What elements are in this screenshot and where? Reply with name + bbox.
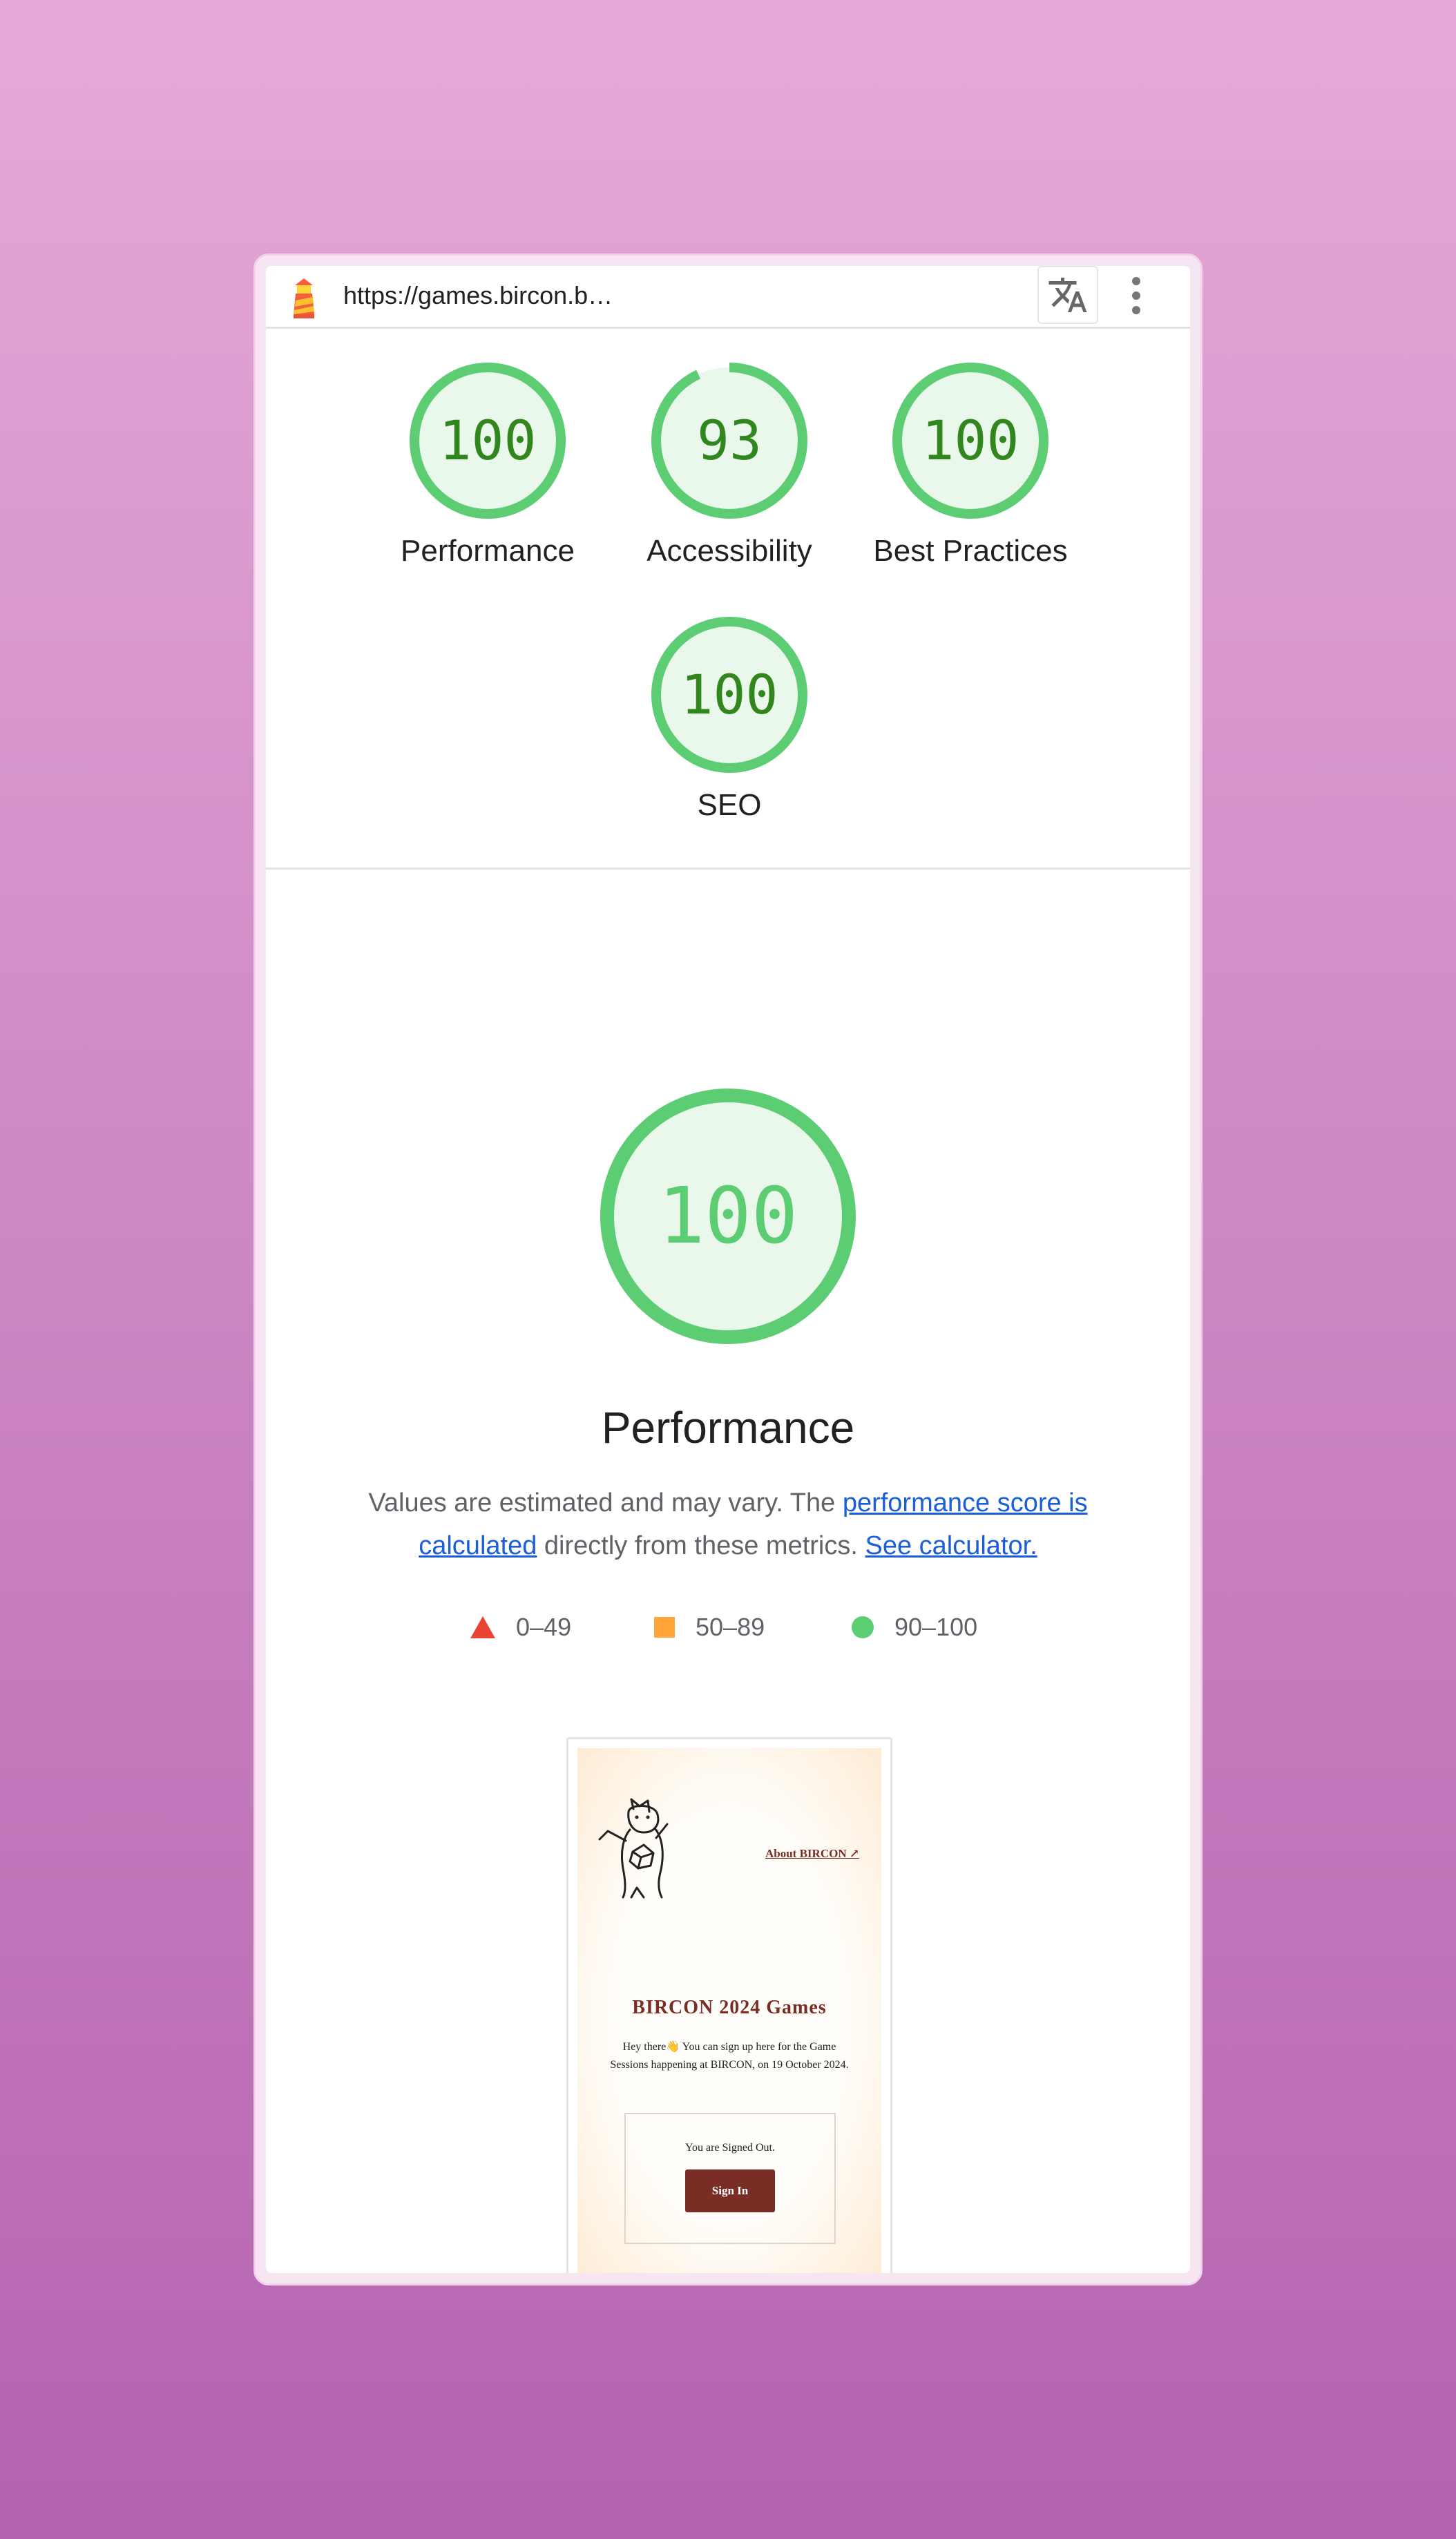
gauge-score: 100	[681, 664, 778, 727]
legend-range: 90–100	[894, 1613, 978, 1641]
signin-card: You are Signed Out. Sign In	[624, 2113, 836, 2244]
gauge-seo[interactable]: 100 SEO	[650, 615, 809, 822]
sign-in-button: Sign In	[685, 2169, 775, 2212]
score-legend: 0–49 50–89 90–100	[266, 1613, 1190, 1654]
see-calculator-link[interactable]: See calculator.	[865, 1531, 1037, 1560]
legend-range: 0–49	[516, 1613, 572, 1641]
desc-text: directly from these metrics.	[537, 1531, 865, 1560]
final-screenshot[interactable]: About BIRCON ↗ BIRCON 2024 Games Hey the…	[566, 1737, 892, 2273]
translate-button[interactable]	[1037, 266, 1098, 324]
legend-fail: 0–49	[470, 1613, 571, 1642]
gauge-ring: 93	[651, 363, 807, 519]
kebab-dot	[1132, 291, 1140, 300]
performance-gauge-large: 100	[600, 1089, 856, 1344]
gauge-ring: 100	[892, 363, 1048, 519]
kebab-dot	[1132, 306, 1140, 314]
legend-range: 50–89	[696, 1613, 765, 1641]
menu-button[interactable]	[1122, 273, 1150, 318]
browser-window: https://games.bircon.b… 100 Performance	[253, 253, 1203, 2286]
page-screenshot-thumbnail: About BIRCON ↗ BIRCON 2024 Games Hey the…	[577, 1748, 881, 2273]
gauge-performance[interactable]: 100 Performance	[401, 361, 575, 568]
desc-text: Values are estimated and may vary. The	[368, 1488, 843, 1517]
triangle-icon	[470, 1616, 495, 1638]
legend-pass: 90–100	[852, 1613, 977, 1642]
gauge-label: Accessibility	[646, 534, 812, 568]
gauge-ring: 100	[651, 617, 807, 773]
translate-icon	[1048, 278, 1087, 312]
performance-title: Performance	[601, 1403, 855, 1453]
circle-icon	[852, 1616, 874, 1638]
mascot-cat-dice-icon	[598, 1798, 669, 1899]
section-divider	[266, 868, 1190, 870]
gauge-label: Performance	[401, 534, 575, 568]
legend-average: 50–89	[654, 1613, 765, 1642]
performance-score: 100	[658, 1171, 798, 1261]
gauge-score: 93	[697, 410, 762, 472]
square-icon	[654, 1617, 675, 1638]
url-text[interactable]: https://games.bircon.b…	[343, 281, 613, 310]
gauge-label: SEO	[697, 788, 762, 822]
performance-description: Values are estimated and may vary. The p…	[307, 1482, 1149, 1567]
signed-out-text: You are Signed Out.	[685, 2142, 775, 2154]
thumbnail-title: BIRCON 2024 Games	[632, 1997, 827, 2018]
thumbnail-intro: Hey there👋 You can sign up here for the …	[610, 2041, 849, 2071]
report-viewport: https://games.bircon.b… 100 Performance	[266, 266, 1190, 2273]
gauge-score: 100	[922, 410, 1019, 472]
gauge-accessibility[interactable]: 93 Accessibility	[646, 361, 812, 568]
gauge-best-practices[interactable]: 100 Best Practices	[873, 361, 1068, 568]
kebab-dot	[1132, 277, 1140, 285]
gauge-score: 100	[439, 410, 537, 472]
lighthouse-icon	[294, 278, 314, 318]
gauge-label: Best Practices	[873, 534, 1068, 568]
url-bar: https://games.bircon.b…	[266, 266, 1190, 329]
about-bircon-link: About BIRCON ↗	[765, 1847, 860, 1860]
gauge-ring: 100	[410, 363, 566, 519]
